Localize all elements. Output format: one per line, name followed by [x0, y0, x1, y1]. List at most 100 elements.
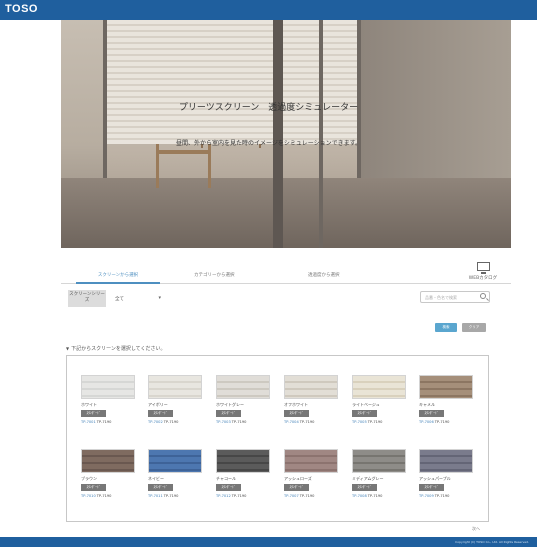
- screen-color-name: チャコール: [216, 476, 236, 481]
- hero-banner: [61, 20, 511, 248]
- standard-badge: ｽﾀﾝﾀﾞｰﾄﾞ: [284, 484, 309, 491]
- product-code-link[interactable]: TP-7007: [284, 494, 299, 498]
- screen-swatch[interactable]: [148, 375, 202, 399]
- product-code-link[interactable]: TP-7011: [148, 494, 163, 498]
- screen-swatch[interactable]: [419, 449, 473, 473]
- standard-badge: ｽﾀﾝﾀﾞｰﾄﾞ: [352, 484, 377, 491]
- product-code-link[interactable]: TP-7004: [284, 420, 299, 424]
- product-code-link[interactable]: TP-7010: [81, 494, 96, 498]
- product-codes: TP-7002TP-7190: [148, 420, 178, 424]
- hero-subtitle: 昼間、外から室内を見た時のイメージをシミュレーションできます。: [175, 140, 362, 147]
- screen-swatch[interactable]: [148, 449, 202, 473]
- web-catalog-link[interactable]: WEBカタログ: [453, 262, 513, 281]
- search-button[interactable]: 検索: [435, 323, 457, 332]
- standard-badge: ｽﾀﾝﾀﾞｰﾄﾞ: [81, 410, 106, 417]
- screen-card[interactable]: アイボリー ｽﾀﾝﾀﾞｰﾄﾞ TP-7002TP-7190: [148, 375, 202, 435]
- screen-swatch[interactable]: [352, 375, 406, 399]
- monitor-icon: [476, 262, 490, 274]
- brand-logo[interactable]: TOSO: [5, 3, 38, 15]
- product-code-link[interactable]: TP-7008: [352, 494, 367, 498]
- product-codes: TP-7004TP-7190: [284, 420, 314, 424]
- product-code: TP-7190: [163, 420, 179, 424]
- product-code-link[interactable]: TP-7005: [352, 420, 367, 424]
- screen-swatch[interactable]: [284, 449, 338, 473]
- standard-badge: ｽﾀﾝﾀﾞｰﾄﾞ: [352, 410, 377, 417]
- screen-swatch[interactable]: [81, 375, 135, 399]
- product-codes: TP-7011TP-7190: [148, 494, 178, 498]
- product-codes: TP-7012TP-7190: [216, 494, 246, 498]
- screen-swatch[interactable]: [216, 375, 270, 399]
- standard-badge: ｽﾀﾝﾀﾞｰﾄﾞ: [419, 484, 444, 491]
- tab-transmittance[interactable]: 透過度から選択: [308, 272, 340, 278]
- instruction-text: ▼ 下記からスクリーンを選択してください。: [66, 345, 166, 352]
- product-code-link[interactable]: TP-7002: [148, 420, 163, 424]
- tab-active-indicator: [76, 282, 160, 284]
- product-codes: TP-7005TP-7190: [352, 420, 382, 424]
- instruction-label: 下記からスクリーンを選択してください。: [71, 346, 166, 352]
- screen-card[interactable]: ホワイト ｽﾀﾝﾀﾞｰﾄﾞ TP-7001TP-7190: [81, 375, 135, 435]
- screen-color-name: ホワイトグレー: [216, 402, 244, 407]
- screen-card[interactable]: オフホワイト ｽﾀﾝﾀﾞｰﾄﾞ TP-7004TP-7190: [284, 375, 338, 435]
- pager-next[interactable]: 次へ: [472, 526, 480, 532]
- screen-card[interactable]: ライトベージュ ｽﾀﾝﾀﾞｰﾄﾞ TP-7005TP-7190: [352, 375, 406, 435]
- screen-color-name: ブラウン: [81, 476, 97, 481]
- product-code: TP-7190: [434, 494, 450, 498]
- screen-swatch[interactable]: [284, 375, 338, 399]
- standard-badge: ｽﾀﾝﾀﾞｰﾄﾞ: [148, 484, 173, 491]
- standard-badge: ｽﾀﾝﾀﾞｰﾄﾞ: [284, 410, 309, 417]
- screen-color-name: ミディアムグレー: [352, 476, 384, 481]
- product-code: TP-7190: [299, 420, 315, 424]
- product-code: TP-7190: [96, 494, 112, 498]
- screen-color-name: ネイビー: [148, 476, 164, 481]
- series-filter-label: スクリーンシリーズ: [68, 290, 106, 307]
- product-code: TP-7190: [434, 420, 450, 424]
- screen-card[interactable]: ホワイトグレー ｽﾀﾝﾀﾞｰﾄﾞ TP-7003TP-7190: [216, 375, 270, 435]
- standard-badge: ｽﾀﾝﾀﾞｰﾄﾞ: [216, 410, 241, 417]
- series-select[interactable]: 全て ▾: [111, 293, 161, 304]
- product-code: TP-7190: [367, 420, 383, 424]
- product-codes: TP-7010TP-7190: [81, 494, 111, 498]
- hero-floor: [61, 178, 511, 248]
- screen-color-name: キャメル: [419, 402, 435, 407]
- screen-swatch[interactable]: [216, 449, 270, 473]
- product-codes: TP-7003TP-7190: [216, 420, 246, 424]
- hero-title: プリーツスクリーン 透過度シミュレーター: [178, 103, 359, 113]
- product-code: TP-7190: [163, 494, 179, 498]
- product-code-link[interactable]: TP-7003: [216, 420, 231, 424]
- screen-card[interactable]: チャコール ｽﾀﾝﾀﾞｰﾄﾞ TP-7012TP-7190: [216, 449, 270, 509]
- product-code: TP-7190: [231, 420, 247, 424]
- screen-card[interactable]: キャメル ｽﾀﾝﾀﾞｰﾄﾞ TP-7006TP-7190: [419, 375, 473, 435]
- product-code: TP-7190: [299, 494, 315, 498]
- tab-screen[interactable]: スクリーンから選択: [78, 272, 158, 278]
- product-code: TP-7190: [231, 494, 247, 498]
- product-code-link[interactable]: TP-7001: [81, 420, 96, 424]
- screen-card[interactable]: ブラウン ｽﾀﾝﾀﾞｰﾄﾞ TP-7010TP-7190: [81, 449, 135, 509]
- web-catalog-label: WEBカタログ: [468, 276, 498, 281]
- screen-color-name: アッシュパープル: [419, 476, 451, 481]
- screen-card[interactable]: ネイビー ｽﾀﾝﾀﾞｰﾄﾞ TP-7011TP-7190: [148, 449, 202, 509]
- triangle-down-icon: ▼: [66, 346, 70, 351]
- standard-badge: ｽﾀﾝﾀﾞｰﾄﾞ: [216, 484, 241, 491]
- product-code-link[interactable]: TP-7012: [216, 494, 231, 498]
- product-codes: TP-7006TP-7190: [419, 420, 449, 424]
- search-input[interactable]: 品番・色名で検索: [420, 291, 490, 303]
- screen-swatch[interactable]: [419, 375, 473, 399]
- standard-badge: ｽﾀﾝﾀﾞｰﾄﾞ: [148, 410, 173, 417]
- caret-down-icon: ▾: [158, 295, 161, 301]
- screen-swatch[interactable]: [352, 449, 406, 473]
- screen-card[interactable]: アッシュローズ ｽﾀﾝﾀﾞｰﾄﾞ TP-7007TP-7190: [284, 449, 338, 509]
- screen-card[interactable]: アッシュパープル ｽﾀﾝﾀﾞｰﾄﾞ TP-7009TP-7190: [419, 449, 473, 509]
- product-code-link[interactable]: TP-7009: [419, 494, 434, 498]
- search-icon[interactable]: [480, 293, 486, 299]
- screen-swatch[interactable]: [81, 449, 135, 473]
- clear-button[interactable]: クリア: [462, 323, 486, 332]
- standard-badge: ｽﾀﾝﾀﾞｰﾄﾞ: [81, 484, 106, 491]
- tab-bar: スクリーンから選択 カテゴリーから選択 透過度から選択 WEBカタログ: [61, 260, 511, 284]
- screen-color-name: アッシュローズ: [284, 476, 312, 481]
- product-code-link[interactable]: TP-7006: [419, 420, 434, 424]
- screen-card[interactable]: ミディアムグレー ｽﾀﾝﾀﾞｰﾄﾞ TP-7008TP-7190: [352, 449, 406, 509]
- search-placeholder: 品番・色名で検索: [425, 295, 457, 300]
- tab-category[interactable]: カテゴリーから選択: [194, 272, 235, 278]
- product-codes: TP-7009TP-7190: [419, 494, 449, 498]
- copyright-text: Copyright (C) TOSO Co., Ltd. All Rights …: [455, 540, 529, 544]
